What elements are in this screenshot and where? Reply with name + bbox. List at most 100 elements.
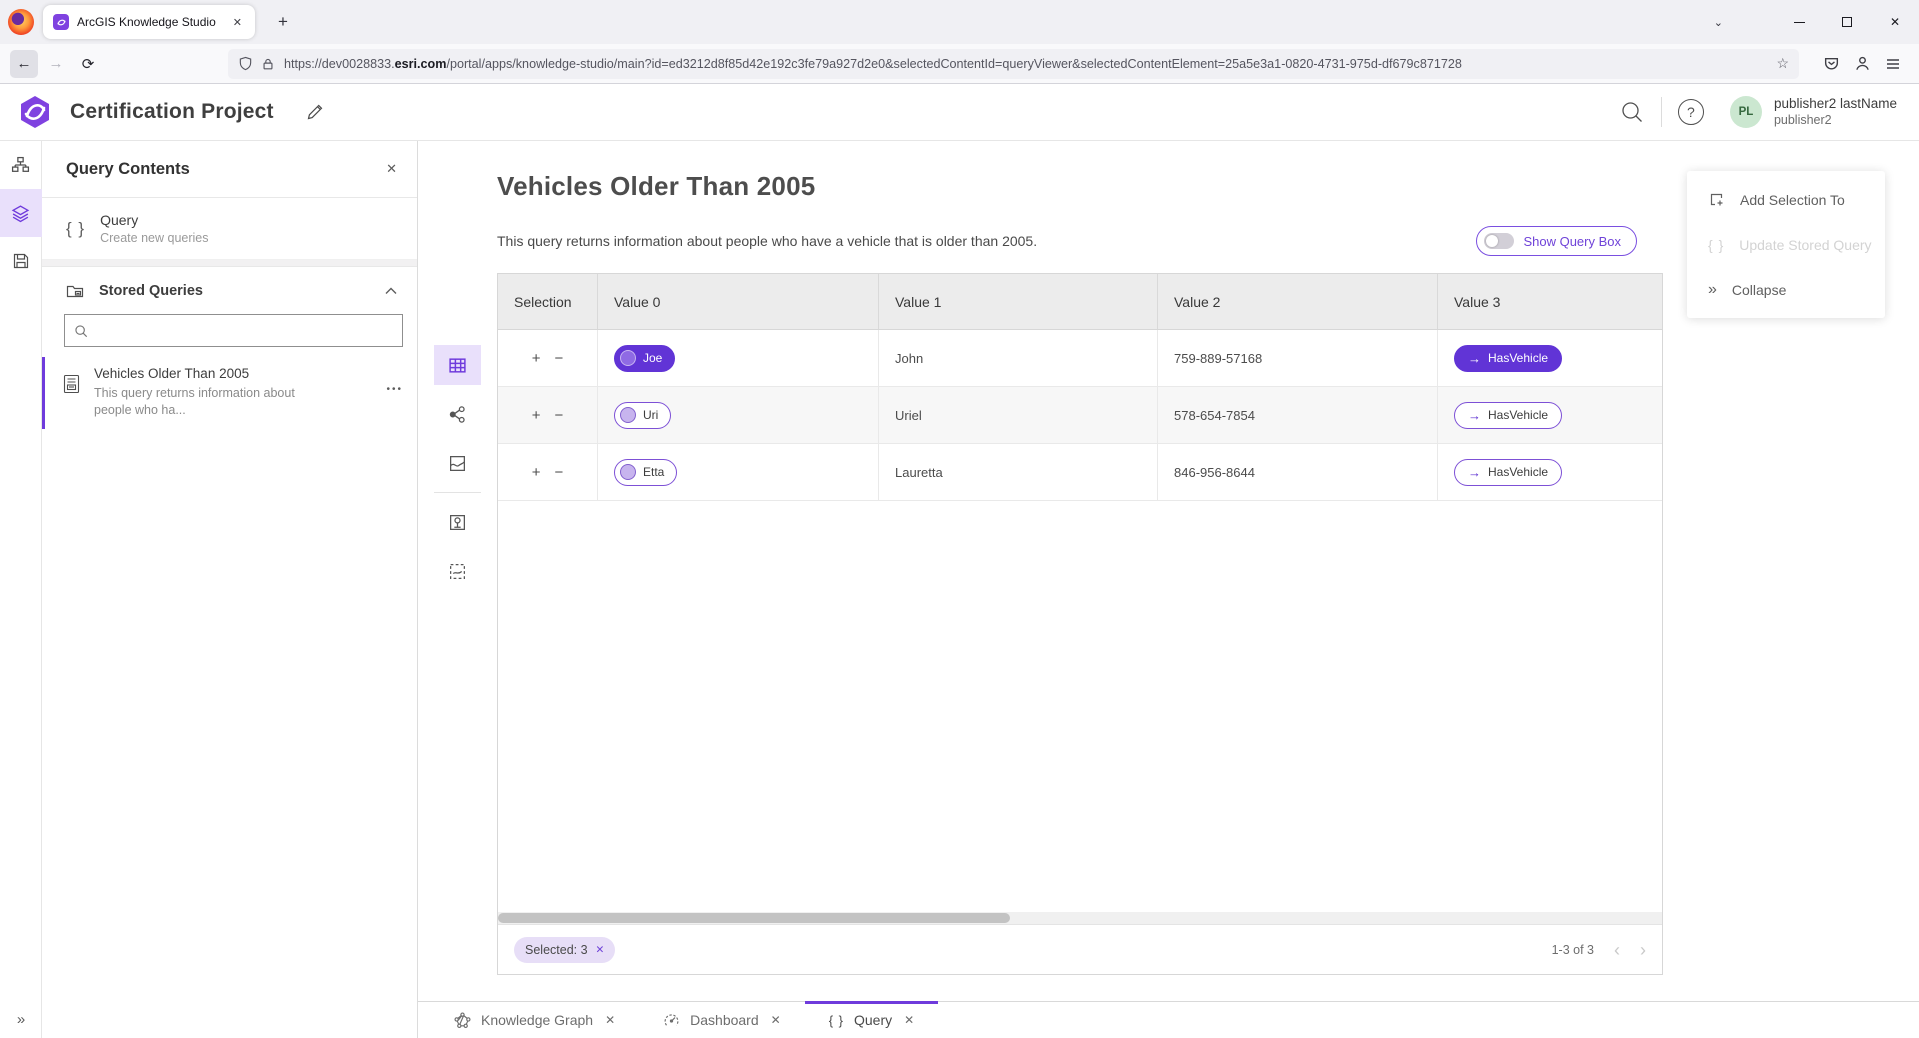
- braces-icon: { }: [66, 219, 85, 239]
- tab-close-icon[interactable]: ✕: [228, 13, 247, 32]
- arcgis-favicon-icon: [53, 14, 69, 30]
- avatar[interactable]: PL: [1730, 96, 1762, 128]
- stored-queries-search[interactable]: [64, 314, 403, 347]
- project-title: Certification Project: [70, 100, 274, 124]
- forward-button[interactable]: →: [42, 50, 70, 78]
- prev-page-icon[interactable]: ‹: [1614, 941, 1620, 959]
- action-menu: Add Selection To { } Update Stored Query…: [1687, 171, 1885, 318]
- user-subtitle: publisher2: [1774, 113, 1897, 129]
- stored-queries-header[interactable]: Stored Queries: [42, 267, 417, 312]
- selected-count-label: Selected: 3: [525, 943, 588, 957]
- search-icon[interactable]: [1615, 95, 1649, 129]
- new-query-item[interactable]: { } Query Create new queries: [42, 198, 417, 260]
- tab-query[interactable]: { } Query ✕: [805, 1002, 938, 1038]
- dashboard-gauge-icon: [663, 1012, 680, 1029]
- minimize-button[interactable]: [1775, 0, 1823, 44]
- bottom-tab-bar: Knowledge Graph ✕ Dashboard ✕ { } Query …: [418, 1001, 1919, 1038]
- browser-tab-title: ArcGIS Knowledge Studio: [77, 15, 228, 29]
- column-header[interactable]: Selection: [498, 274, 598, 329]
- layers-icon[interactable]: [0, 189, 42, 237]
- table-view-icon[interactable]: [434, 345, 481, 385]
- query-item-subtitle: Create new queries: [100, 231, 208, 245]
- browser-tab[interactable]: ArcGIS Knowledge Studio ✕: [43, 5, 255, 39]
- scrollbar-thumb[interactable]: [498, 913, 1010, 923]
- tab-knowledge-graph[interactable]: Knowledge Graph ✕: [430, 1002, 639, 1038]
- column-header[interactable]: Value 1: [879, 274, 1158, 329]
- add-to-selection-button[interactable]: +: [532, 350, 541, 367]
- edit-pencil-icon[interactable]: [306, 103, 324, 121]
- results-table: Selection Value 0 Value 1 Value 2 Value …: [497, 273, 1663, 975]
- item-options-icon[interactable]: •••: [386, 384, 403, 395]
- back-button[interactable]: ←: [10, 50, 38, 78]
- menu-hamburger-icon[interactable]: [1885, 56, 1901, 72]
- user-info[interactable]: publisher2 lastName publisher2: [1774, 96, 1897, 129]
- pocket-icon[interactable]: [1823, 55, 1840, 72]
- remove-from-selection-button[interactable]: −: [555, 350, 564, 367]
- add-to-selection-button[interactable]: +: [532, 407, 541, 424]
- save-icon[interactable]: [0, 237, 42, 285]
- list-tabs-icon[interactable]: ⌄: [1700, 16, 1737, 29]
- toggle-switch-icon: [1484, 233, 1514, 249]
- pagination-range: 1-3 of 3: [1552, 943, 1594, 957]
- add-to-map-icon[interactable]: [434, 502, 481, 542]
- value0-cell: Etta: [598, 444, 879, 500]
- close-window-button[interactable]: ✕: [1871, 0, 1919, 44]
- relationship-pill[interactable]: →HasVehicle: [1454, 459, 1562, 486]
- menu-item-collapse[interactable]: » Collapse: [1687, 267, 1885, 312]
- remove-from-selection-button[interactable]: −: [555, 464, 564, 481]
- column-header[interactable]: Value 3: [1438, 274, 1662, 329]
- chevron-up-icon[interactable]: [385, 287, 397, 295]
- menu-item-add-selection-to[interactable]: Add Selection To: [1687, 177, 1885, 222]
- selected-count-chip[interactable]: Selected: 3 ✕: [514, 937, 615, 963]
- stored-query-item[interactable]: Vehicles Older Than 2005 This query retu…: [42, 357, 417, 429]
- user-name: publisher2 lastName: [1774, 96, 1897, 113]
- tab-close-icon[interactable]: ✕: [605, 1013, 615, 1027]
- tab-close-icon[interactable]: ✕: [771, 1013, 781, 1027]
- braces-icon: { }: [1708, 237, 1724, 253]
- reload-button[interactable]: ⟳: [74, 50, 102, 78]
- column-header[interactable]: Value 0: [598, 274, 879, 329]
- search-input[interactable]: [95, 323, 393, 338]
- url-bar[interactable]: https://dev0028833.esri.com/portal/apps/…: [228, 49, 1799, 79]
- maximize-button[interactable]: [1823, 0, 1871, 44]
- bookmark-star-icon[interactable]: ☆: [1776, 55, 1789, 72]
- new-tab-button[interactable]: +: [269, 10, 297, 34]
- menu-item-update-stored-query[interactable]: { } Update Stored Query: [1687, 222, 1885, 267]
- page-description: This query returns information about peo…: [497, 233, 1037, 249]
- relationship-pill[interactable]: →HasVehicle: [1454, 345, 1562, 372]
- link-chart-icon[interactable]: [434, 394, 481, 434]
- panel-title: Query Contents: [66, 160, 386, 179]
- window-controls: ⌄ ✕: [1700, 0, 1919, 44]
- next-page-icon[interactable]: ›: [1640, 941, 1646, 959]
- selection-cell: +−: [498, 387, 598, 443]
- table-row: +−UriUriel578-654-7854→HasVehicle: [498, 387, 1662, 444]
- panel-close-icon[interactable]: ✕: [386, 161, 397, 177]
- clear-selection-icon[interactable]: ✕: [596, 944, 605, 956]
- add-to-selection-button[interactable]: +: [532, 464, 541, 481]
- show-query-box-toggle[interactable]: Show Query Box: [1476, 226, 1637, 256]
- shield-icon[interactable]: [238, 56, 253, 71]
- relationship-pill[interactable]: →HasVehicle: [1454, 402, 1562, 429]
- account-icon[interactable]: [1854, 55, 1871, 72]
- entity-dot-icon: [620, 350, 636, 366]
- column-header[interactable]: Value 2: [1158, 274, 1438, 329]
- arrow-right-icon: →: [1468, 408, 1481, 423]
- map-view-icon[interactable]: [434, 443, 481, 483]
- horizontal-scrollbar[interactable]: [498, 912, 1662, 924]
- entity-pill[interactable]: Etta: [614, 459, 677, 486]
- toolbar-right-icons: [1823, 55, 1909, 72]
- tab-close-icon[interactable]: ✕: [904, 1013, 914, 1027]
- entity-pill[interactable]: Joe: [614, 345, 675, 372]
- lock-icon[interactable]: [261, 57, 275, 71]
- selection-extent-icon[interactable]: [434, 551, 481, 591]
- data-model-icon[interactable]: [0, 141, 42, 189]
- firefox-logo-icon[interactable]: [8, 9, 34, 35]
- arrow-right-icon: →: [1468, 351, 1481, 366]
- section-divider: [42, 260, 417, 267]
- expand-rail-icon[interactable]: »: [0, 1011, 42, 1028]
- tab-dashboard[interactable]: Dashboard ✕: [639, 1002, 805, 1038]
- help-icon[interactable]: ?: [1674, 95, 1708, 129]
- app-header: Certification Project ? PL publisher2 la…: [0, 84, 1919, 141]
- remove-from-selection-button[interactable]: −: [555, 407, 564, 424]
- entity-pill[interactable]: Uri: [614, 402, 671, 429]
